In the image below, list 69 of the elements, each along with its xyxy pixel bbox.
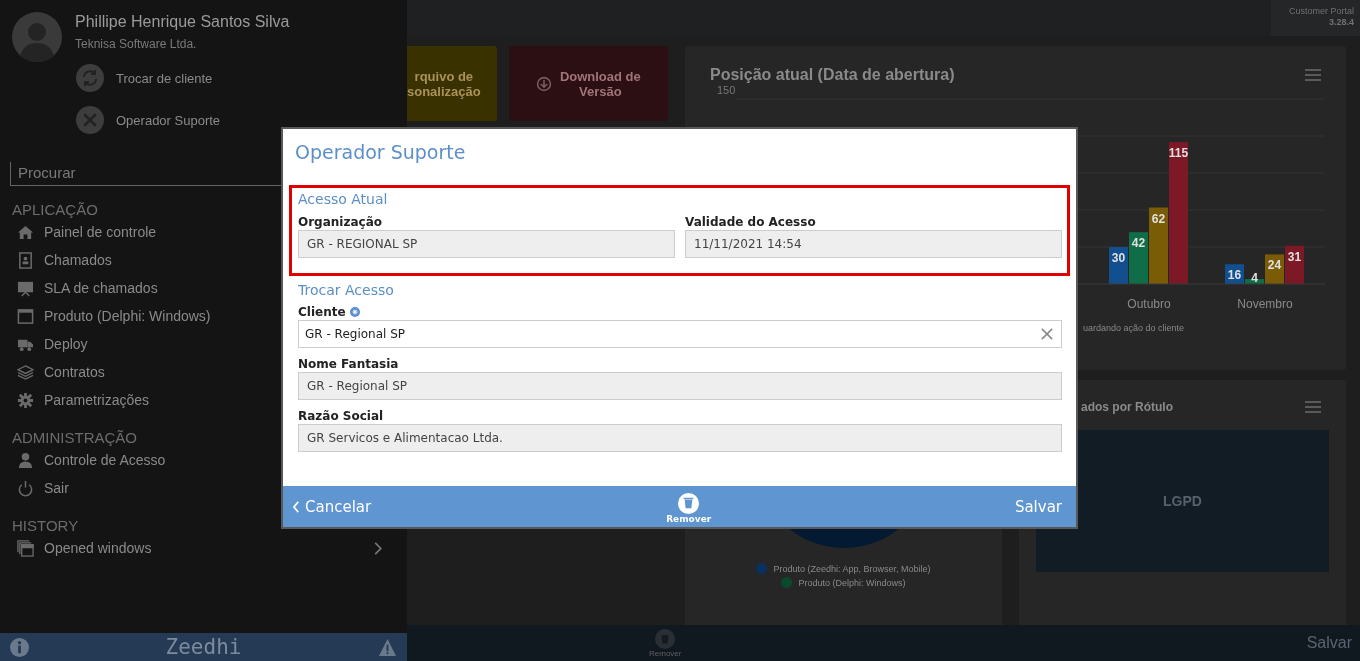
menu-item[interactable]: Opened windows — [0, 534, 407, 562]
remove-button[interactable]: Remover — [666, 493, 712, 524]
cancel-button[interactable]: Cancelar — [293, 497, 372, 516]
gear-icon — [17, 391, 34, 409]
data-label: 4 — [1251, 271, 1258, 285]
tile[interactable]: rquivo de sonalização — [407, 46, 497, 121]
group-title: Trocar Acesso — [298, 282, 395, 298]
warning-icon[interactable] — [378, 637, 397, 657]
section-title: HISTORY — [12, 517, 79, 534]
chevron-icon — [293, 500, 300, 513]
category-label: Outubro — [1127, 297, 1171, 311]
avatar-icon — [12, 12, 62, 62]
menu-icon[interactable] — [1305, 69, 1321, 81]
legend-label: Produto (Zeedhi: App, Browser, Mobile) — [773, 563, 931, 574]
app-name: Customer Portal — [1288, 6, 1354, 17]
input-field: GR - REGIONAL SP — [298, 230, 675, 258]
axis-tick: 150 — [717, 84, 736, 96]
user-name: Phillipe Henrique Santos Silva — [75, 13, 290, 31]
field-label: Nome Fantasia — [298, 357, 399, 371]
sidebar-action[interactable]: Trocar de cliente — [76, 64, 221, 92]
tile-label: Download de Versão — [559, 68, 641, 99]
section-title: ADMINISTRAÇÃO — [12, 429, 137, 446]
field-label: Validade do Acesso — [685, 215, 817, 229]
data-label: 31 — [1287, 249, 1302, 264]
chart-title: Posição atual (Data de abertura) — [710, 66, 955, 84]
data-label: 115 — [1168, 146, 1189, 161]
data-label: 16 — [1227, 268, 1242, 283]
logo: Zeedhi — [165, 635, 242, 659]
window-icon — [17, 307, 34, 325]
windows-icon — [17, 539, 34, 557]
input-field: GR - Regional SP — [298, 372, 1062, 400]
user-icon — [17, 451, 34, 469]
section-title: APLICAÇÃO — [12, 201, 98, 218]
data-label: 30 — [1111, 251, 1126, 265]
user-company: Teknisa Software Ltda. — [75, 37, 198, 51]
save-button[interactable]: Salvar — [1014, 497, 1062, 516]
tile[interactable]: Download de Versão — [508, 46, 668, 121]
data-label: 62 — [1151, 211, 1166, 226]
info-icon[interactable] — [349, 307, 360, 317]
field-label: Cliente — [298, 305, 346, 319]
card-title: ados por Rótulo — [1081, 400, 1173, 414]
input-field[interactable]: GR - Regional SP — [298, 320, 1062, 348]
remove-label: Remover — [649, 649, 682, 658]
sidebar-action[interactable]: Operador Suporte — [76, 106, 221, 134]
tile-label: rquivo de sonalização — [407, 68, 481, 99]
sync-icon — [76, 64, 104, 92]
layers-icon — [17, 363, 34, 381]
field-label: Organização — [298, 215, 383, 229]
input-field: GR Servicos e Alimentacao Ltda. — [298, 424, 1062, 452]
app-version: 3.28.4 — [1328, 17, 1354, 28]
book-icon — [17, 251, 34, 269]
data-label: 42 — [1131, 236, 1146, 251]
board-icon — [17, 279, 34, 297]
tools-icon — [76, 106, 104, 134]
close-icon[interactable] — [1041, 328, 1053, 340]
info-icon[interactable] — [10, 637, 29, 657]
power-icon — [17, 479, 34, 497]
legend-label: Produto (Delphi: Windows) — [798, 577, 906, 588]
trash-icon — [678, 493, 700, 514]
field-label: Razão Social — [298, 409, 384, 423]
data-label: 24 — [1267, 258, 1282, 273]
save-button[interactable]: Salvar — [1306, 634, 1352, 652]
menu-icon[interactable] — [1305, 401, 1321, 413]
group-title: Acesso Atual — [298, 191, 389, 207]
dialog-title: Operador Suporte — [294, 141, 467, 163]
legend-label: uardando ação do cliente — [1083, 323, 1185, 333]
home-icon — [17, 223, 34, 241]
category-label: Novembro — [1237, 297, 1293, 311]
input-field: 11/11/2021 14:54 — [685, 230, 1062, 258]
